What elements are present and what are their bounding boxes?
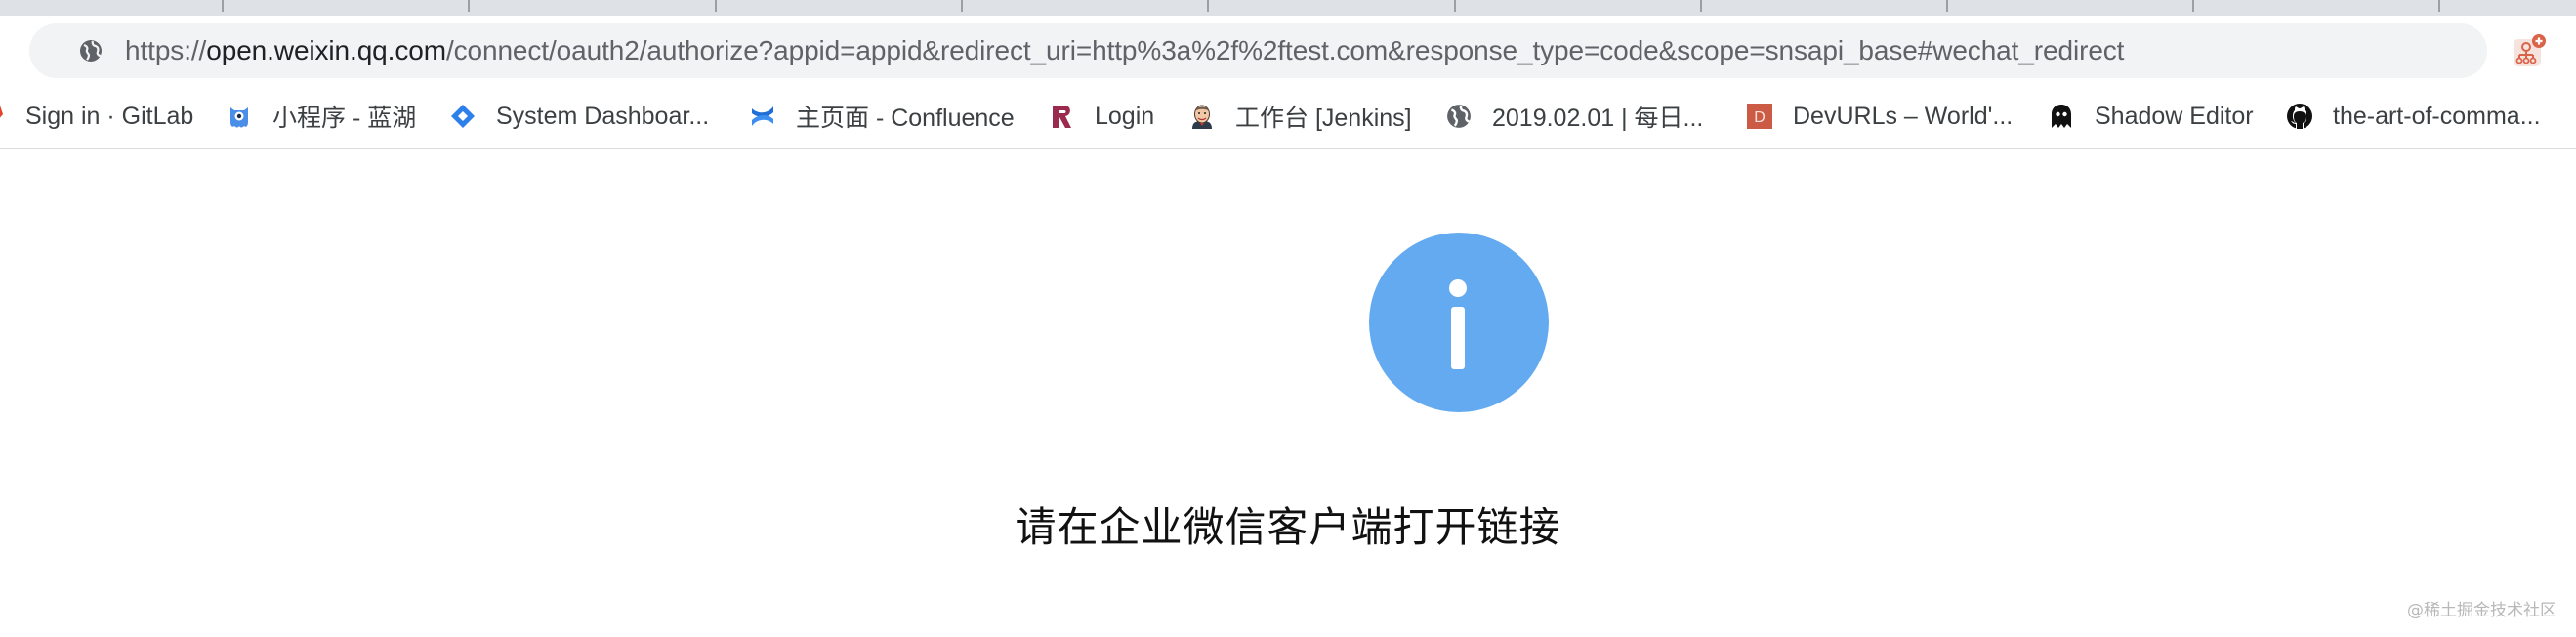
open-in-wecom-message: 请在企业微信客户端打开链接 — [1015, 503, 1561, 551]
tab-separator — [2438, 0, 2440, 12]
url-host: open.weixin.qq.com — [206, 35, 446, 65]
bookmark-label: 工作台 [Jenkins] — [1235, 105, 1412, 132]
bookmark-label: 主页面 - Confluence — [796, 105, 1015, 132]
tab-separator — [1454, 0, 1456, 12]
bookmark-jenkins[interactable]: 工作台 [Jenkins] — [1188, 90, 1412, 143]
browser-toolbar: https://open.weixin.qq.com/connect/oauth… — [0, 16, 2576, 149]
bookmark-gitlab[interactable]: Sign in · GitLab — [0, 90, 193, 143]
gitlab-icon — [0, 103, 6, 130]
bookmark-label: 2019.02.01 | 每日... — [1492, 105, 1704, 132]
info-icon-bar — [1451, 307, 1465, 369]
bookmark-devurls[interactable]: D DevURLs – World'... — [1746, 90, 2013, 143]
bookmark-lanhu[interactable]: 小程序 - 蓝湖 — [226, 90, 416, 143]
confluence-icon — [749, 103, 776, 130]
url-text[interactable]: https://open.weixin.qq.com/connect/oauth… — [125, 23, 2124, 78]
bookmark-jira[interactable]: System Dashboar... — [449, 90, 709, 143]
globe-icon — [1445, 103, 1473, 130]
bookmarks-bar: Sign in · GitLab 小程序 - 蓝湖 System Dashboa… — [0, 90, 2576, 143]
tab-separator — [715, 0, 717, 12]
tab-separator — [1700, 0, 1702, 12]
tab-separator — [2192, 0, 2194, 12]
tab-separator — [222, 0, 224, 12]
watermark: @稀土掘金技术社区 — [2407, 601, 2556, 620]
tab-strip — [0, 0, 2576, 16]
ghost-icon — [2048, 103, 2075, 130]
address-bar[interactable]: https://open.weixin.qq.com/connect/oauth… — [29, 23, 2487, 78]
info-icon-dot — [1449, 279, 1467, 297]
tab-separator — [1207, 0, 1209, 12]
bookmark-label: DevURLs – World'... — [1793, 102, 2014, 130]
url-path: /connect/oauth2/authorize?appid=appid&re… — [445, 35, 2125, 65]
info-icon — [1369, 233, 1549, 412]
svg-text:D: D — [1754, 109, 1766, 126]
bookmark-login[interactable]: Login — [1048, 90, 1154, 143]
tab-separator — [1946, 0, 1948, 12]
github-icon — [2286, 103, 2313, 130]
devurls-icon: D — [1746, 103, 1773, 130]
bookmark-confluence[interactable]: 主页面 - Confluence — [749, 90, 1015, 143]
bookmark-github[interactable]: the-art-of-comma... — [2286, 90, 2541, 143]
bookmark-label: Sign in · GitLab — [25, 102, 194, 130]
bookmark-daily[interactable]: 2019.02.01 | 每日... — [1445, 90, 1703, 143]
r-logo-icon — [1048, 103, 1075, 130]
bookmark-label: 小程序 - 蓝湖 — [272, 105, 417, 132]
toolbar-divider — [0, 148, 2576, 149]
jenkins-icon — [1188, 103, 1216, 130]
sitemap-plus-icon — [2514, 34, 2546, 66]
bookmark-label: the-art-of-comma... — [2333, 102, 2541, 130]
jira-icon — [449, 103, 477, 130]
bookmark-label: Login — [1095, 102, 1155, 130]
globe-icon[interactable] — [79, 39, 103, 63]
url-scheme: https:// — [125, 35, 207, 65]
bookmark-label: System Dashboar... — [496, 102, 710, 130]
lanhu-icon — [226, 103, 253, 130]
bookmark-shadow-editor[interactable]: Shadow Editor — [2048, 90, 2254, 143]
tab-separator — [961, 0, 963, 12]
tab-separator — [468, 0, 470, 12]
extension-button[interactable] — [2512, 33, 2547, 68]
bookmark-label: Shadow Editor — [2095, 102, 2254, 130]
